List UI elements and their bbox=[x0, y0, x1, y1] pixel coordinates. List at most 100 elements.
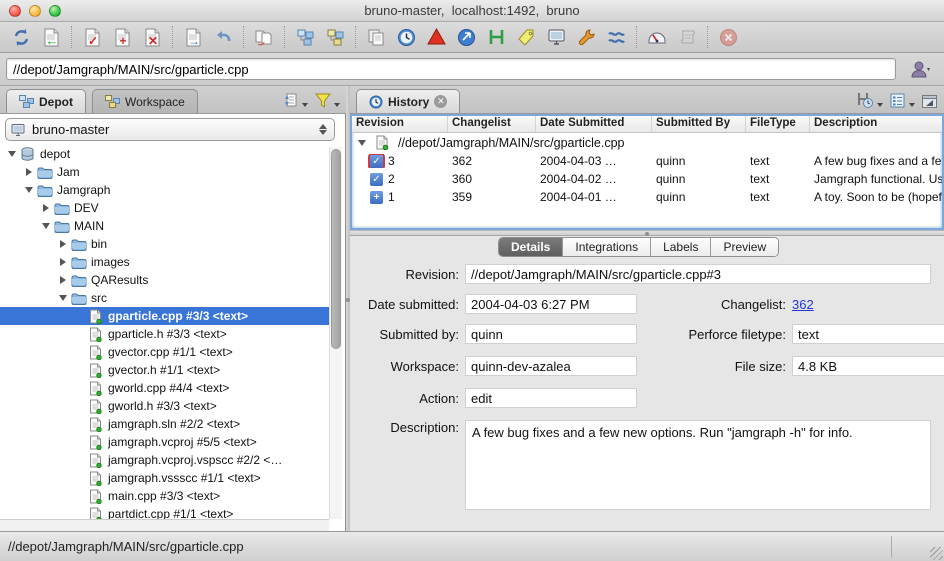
title-bar[interactable]: bruno-master, localhost:1492, bruno bbox=[0, 0, 944, 22]
disclosure-triangle-icon[interactable] bbox=[40, 223, 51, 229]
revision-field[interactable]: //depot/Jamgraph/MAIN/src/gparticle.cpp#… bbox=[465, 264, 931, 284]
disclosure-triangle-icon[interactable] bbox=[57, 240, 68, 248]
tree-hscrollbar[interactable] bbox=[0, 519, 329, 531]
minimize-window-icon[interactable] bbox=[29, 5, 41, 17]
file-size-field[interactable]: 4.8 KB bbox=[792, 356, 944, 376]
columns-icon[interactable] bbox=[889, 93, 915, 109]
tree-item-jamgraph.sln[interactable]: jamgraph.sln #2/2 <text> bbox=[0, 415, 329, 433]
tree-item-jamgraph.vcproj[interactable]: jamgraph.vcproj #5/5 <text> bbox=[0, 433, 329, 451]
tree-item-dev[interactable]: DEV bbox=[0, 199, 329, 217]
path-address-input[interactable] bbox=[6, 58, 896, 80]
history-row-rev-2[interactable]: ✓ 2 360 2004-04-02 … quinn text Jamgraph… bbox=[352, 170, 942, 188]
tree-scrollbar-thumb[interactable] bbox=[331, 149, 341, 349]
column-filetype[interactable]: FileType bbox=[746, 116, 810, 132]
tree-item-main.cpp[interactable]: main.cpp #3/3 <text> bbox=[0, 487, 329, 505]
tab-history[interactable]: History ✕ bbox=[356, 89, 460, 113]
add-icon[interactable]: + bbox=[107, 25, 137, 49]
details-tab-details[interactable]: Details bbox=[499, 238, 563, 256]
timelapse-icon[interactable] bbox=[391, 25, 421, 49]
connection-selector[interactable]: bruno-master bbox=[5, 118, 335, 141]
column-submitted-by[interactable]: Submitted By bbox=[652, 116, 746, 132]
workspace-icon[interactable] bbox=[541, 25, 571, 49]
tree-item-src[interactable]: src bbox=[0, 289, 329, 307]
close-tab-icon[interactable]: ✕ bbox=[434, 95, 447, 108]
workspace-field[interactable]: quinn-dev-azalea bbox=[465, 356, 637, 376]
date-submitted-field[interactable]: 2004-04-03 6:27 PM bbox=[465, 294, 637, 314]
disclosure-triangle-icon[interactable] bbox=[57, 276, 68, 284]
column-revision[interactable]: Revision bbox=[352, 116, 448, 132]
submitted-by-field[interactable]: quinn bbox=[465, 324, 637, 344]
tree-item-gvector.h[interactable]: gvector.h #1/1 <text> bbox=[0, 361, 329, 379]
tree-item-label: images bbox=[91, 255, 130, 269]
description-field[interactable]: A few bug fixes and a few new options. R… bbox=[465, 420, 931, 510]
close-window-icon[interactable] bbox=[9, 5, 21, 17]
tree-item-jamgraph.vcproj.vspscc[interactable]: jamgraph.vcproj.vspscc #2/2 <… bbox=[0, 451, 329, 469]
user-icon[interactable] bbox=[904, 57, 938, 81]
tree-item-gvector.cpp[interactable]: gvector.cpp #1/1 <text> bbox=[0, 343, 329, 361]
revert-icon[interactable] bbox=[208, 25, 238, 49]
tab-depot[interactable]: Depot bbox=[6, 89, 86, 113]
stream-icon[interactable] bbox=[601, 25, 631, 49]
detach-icon[interactable] bbox=[921, 94, 938, 109]
disclosure-triangle-icon[interactable] bbox=[23, 168, 34, 176]
disclosure-triangle-icon[interactable] bbox=[57, 258, 68, 266]
tree-item-gworld.cpp[interactable]: gworld.cpp #4/4 <text> bbox=[0, 379, 329, 397]
window-title: bruno-master, localhost:1492, bruno bbox=[364, 3, 579, 18]
view-options-icon[interactable] bbox=[282, 92, 308, 109]
tree-item-jam[interactable]: Jam bbox=[0, 163, 329, 181]
workspace-tree-icon[interactable] bbox=[320, 25, 350, 49]
tree-item-jamgraph.vssscc[interactable]: jamgraph.vssscc #1/1 <text> bbox=[0, 469, 329, 487]
perforce-filetype-field[interactable]: text bbox=[792, 324, 944, 344]
tree-item-bin[interactable]: bin bbox=[0, 235, 329, 253]
diff-icon[interactable] bbox=[249, 25, 279, 49]
filter-icon[interactable] bbox=[314, 92, 340, 109]
delete-icon[interactable]: ✕ bbox=[137, 25, 167, 49]
refresh-icon[interactable] bbox=[6, 25, 36, 49]
action-field[interactable]: edit bbox=[465, 388, 637, 408]
tree-item-gparticle.cpp[interactable]: gparticle.cpp #3/3 <text> bbox=[0, 307, 329, 325]
details-tab-preview[interactable]: Preview bbox=[711, 238, 778, 256]
history-row-rev-1[interactable]: + 1 359 2004-04-01 … quinn text A toy. S… bbox=[352, 188, 942, 206]
history-file-path: //depot/Jamgraph/MAIN/src/gparticle.cpp bbox=[398, 136, 625, 150]
script-icon[interactable] bbox=[672, 25, 702, 49]
tree-scrollbar[interactable] bbox=[329, 147, 342, 519]
admin-icon[interactable] bbox=[571, 25, 601, 49]
details-tab-integrations[interactable]: Integrations bbox=[563, 238, 651, 256]
tree-item-gworld.h[interactable]: gworld.h #3/3 <text> bbox=[0, 397, 329, 415]
tree-item-images[interactable]: images bbox=[0, 253, 329, 271]
get-latest-icon[interactable]: ← bbox=[36, 25, 66, 49]
tree-item-depot[interactable]: depot bbox=[0, 145, 329, 163]
folder-diff-icon[interactable] bbox=[451, 25, 481, 49]
disclosure-triangle-icon[interactable] bbox=[57, 295, 68, 301]
tree-item-jamgraph[interactable]: Jamgraph bbox=[0, 181, 329, 199]
details-tab-labels[interactable]: Labels bbox=[651, 238, 711, 256]
disclosure-triangle-icon[interactable] bbox=[23, 187, 34, 193]
disclosure-triangle-icon[interactable] bbox=[356, 140, 367, 146]
zoom-window-icon[interactable] bbox=[49, 5, 61, 17]
column-description[interactable]: Description bbox=[810, 116, 942, 132]
changelist-link[interactable]: 362 bbox=[792, 297, 814, 312]
label-icon[interactable] bbox=[511, 25, 541, 49]
column-changelist[interactable]: Changelist bbox=[448, 116, 536, 132]
tree-item-qaresults[interactable]: QAResults bbox=[0, 271, 329, 289]
resize-grip[interactable] bbox=[930, 547, 943, 560]
tab-workspace[interactable]: Workspace bbox=[92, 89, 198, 113]
tree-item-main[interactable]: MAIN bbox=[0, 217, 329, 235]
disclosure-triangle-icon[interactable] bbox=[40, 204, 51, 212]
stop-icon[interactable] bbox=[713, 25, 743, 49]
tree-item-gparticle.h[interactable]: gparticle.h #3/3 <text> bbox=[0, 325, 329, 343]
checkout-icon[interactable]: ✓ bbox=[77, 25, 107, 49]
disclosure-triangle-icon[interactable] bbox=[6, 151, 17, 157]
column-date-submitted[interactable]: Date Submitted bbox=[536, 116, 652, 132]
tree-item-partdict.cpp[interactable]: partdict.cpp #1/1 <text> bbox=[0, 505, 329, 519]
history-row-rev-3[interactable]: ✓ 3 362 2004-04-03 … quinn text A few bu… bbox=[352, 152, 942, 170]
duplicate-icon[interactable] bbox=[361, 25, 391, 49]
depot-tree-icon[interactable] bbox=[290, 25, 320, 49]
submit-icon[interactable]: → bbox=[178, 25, 208, 49]
branch-time-icon[interactable] bbox=[855, 91, 883, 109]
history-file-row[interactable]: //depot/Jamgraph/MAIN/src/gparticle.cpp bbox=[352, 133, 942, 152]
branch-icon[interactable] bbox=[481, 25, 511, 49]
dashboard-icon[interactable] bbox=[642, 25, 672, 49]
revision-graph-icon[interactable] bbox=[421, 25, 451, 49]
folder-icon bbox=[53, 219, 70, 234]
